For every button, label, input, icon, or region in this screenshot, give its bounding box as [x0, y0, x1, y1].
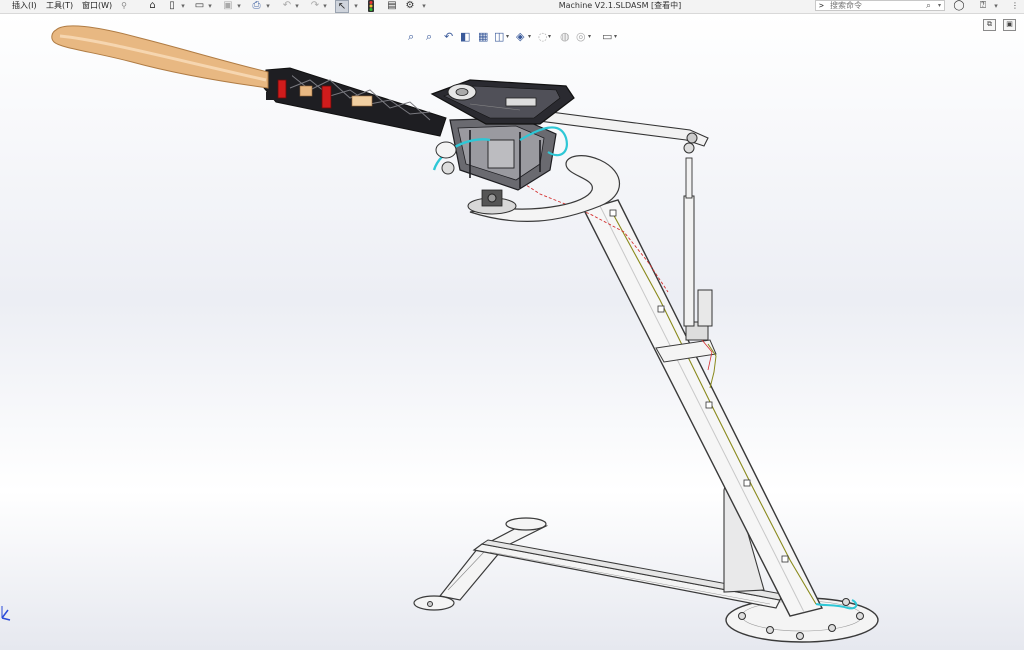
menu-insert[interactable]: 插入(I)	[12, 0, 37, 13]
reference-triad	[0, 588, 14, 628]
redo-icon[interactable]: ↷	[309, 0, 321, 13]
open-dropdown-icon[interactable]: ▾	[206, 0, 214, 13]
search-dropdown-icon[interactable]: ▾	[938, 1, 941, 11]
save-icon[interactable]: ▣	[222, 0, 234, 13]
arm-pivot-icon	[686, 132, 698, 144]
file-properties-icon[interactable]: ▤	[386, 0, 398, 13]
menu-tools[interactable]: 工具(T)	[46, 0, 73, 13]
view-settings-icon[interactable]: ▭	[602, 30, 612, 43]
search-input[interactable]	[830, 1, 920, 10]
more-icon[interactable]: ⋮	[1010, 0, 1020, 13]
display-style-icon[interactable]: ◈	[516, 30, 524, 43]
select-dropdown-icon[interactable]: ▾	[352, 0, 360, 13]
undo-dropdown-icon[interactable]: ▾	[293, 0, 301, 13]
new-dropdown-icon[interactable]: ▾	[179, 0, 187, 13]
display-style-dropdown-icon[interactable]: ▾	[528, 33, 531, 40]
gimbal-body	[432, 117, 568, 191]
main-column	[582, 199, 824, 617]
close-viewport-icon[interactable]: ▣	[1003, 19, 1016, 31]
view-orientation-icon[interactable]: ◫	[494, 30, 504, 43]
print-dropdown-icon[interactable]: ▾	[264, 0, 272, 13]
view-orientation-dropdown-icon[interactable]: ▾	[506, 33, 509, 40]
linear-actuator	[683, 142, 713, 327]
help-dropdown-icon[interactable]: ▾	[992, 0, 1000, 13]
home-icon[interactable]: ⌂	[146, 0, 159, 13]
title-bar: 插入(I) 工具(T) 窗口(W) ⚲ ⌂ ▯ ▾ ▭ ▾ ▣ ▾ ⎙ ▾ ↶ …	[0, 0, 1024, 14]
options-dropdown-icon[interactable]: ▾	[420, 0, 428, 13]
pin-icon[interactable]: ⚲	[119, 0, 129, 13]
restore-viewport-icon[interactable]: ⧉	[983, 19, 996, 31]
command-search-box[interactable]: > ⌕ ▾	[815, 0, 945, 11]
hide-show-dropdown-icon[interactable]: ▾	[548, 33, 551, 40]
new-document-icon[interactable]: ▯	[166, 0, 178, 13]
document-title: Machine V2.1.SLDASM [查看中]	[558, 1, 682, 10]
search-icon[interactable]: ⌕	[926, 1, 931, 11]
assembly-model-drawing	[51, 25, 879, 643]
apply-scene-dropdown-icon[interactable]: ▾	[588, 33, 591, 40]
view-settings-dropdown-icon[interactable]: ▾	[614, 33, 617, 40]
print-icon[interactable]: ⎙	[250, 0, 263, 13]
dynamic-annotation-icon[interactable]: ▦	[478, 30, 488, 43]
edit-appearance-icon[interactable]: ◍	[560, 30, 570, 43]
search-prompt: >	[819, 1, 824, 10]
undo-icon[interactable]: ↶	[281, 0, 293, 13]
open-icon[interactable]: ▭	[193, 0, 206, 13]
redo-dropdown-icon[interactable]: ▾	[321, 0, 329, 13]
save-dropdown-icon[interactable]: ▾	[235, 0, 243, 13]
help-icon[interactable]: ⍰	[977, 0, 989, 13]
apply-scene-icon[interactable]: ◎	[576, 30, 586, 43]
zoom-area-icon[interactable]: ⌕	[426, 30, 432, 44]
user-icon[interactable]: ◯	[953, 0, 965, 13]
previous-view-icon[interactable]: ↶	[444, 30, 453, 43]
menu-window[interactable]: 窗口(W)	[82, 0, 112, 13]
hide-show-items-icon[interactable]: ◌	[538, 30, 548, 43]
gear-icon[interactable]: ⚙	[404, 0, 416, 13]
section-view-icon[interactable]: ◧	[460, 30, 470, 43]
zoom-to-fit-icon[interactable]: ⌕	[408, 30, 414, 44]
select-pointer-icon[interactable]: ↖	[335, 0, 349, 13]
traffic-light-icon[interactable]	[366, 0, 376, 13]
graphics-viewport[interactable]: ⌕ ⌕ ↶ ◧ ▦ ◫ ▾ ◈ ▾ ◌ ▾ ◍ ◎ ▾ ▭ ▾ ⧉ ▣	[0, 14, 1024, 650]
